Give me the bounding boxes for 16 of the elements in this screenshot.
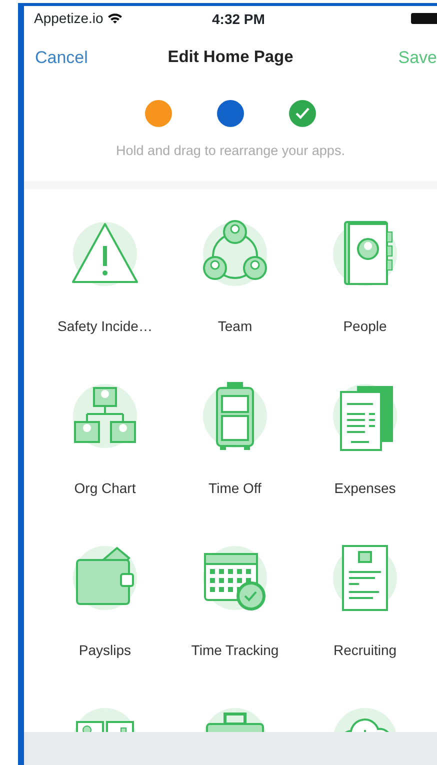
app-label[interactable]: Expenses bbox=[334, 478, 396, 499]
app-label[interactable]: People bbox=[343, 316, 387, 337]
app-label[interactable]: Recruiting bbox=[333, 640, 397, 661]
app-label[interactable]: Safety Incide… bbox=[58, 316, 152, 337]
carrier-name: Appetize.io bbox=[34, 8, 104, 28]
hint-text: Hold and drag to rearrange your apps. bbox=[116, 143, 345, 158]
cancel-button[interactable]: Cancel bbox=[24, 44, 94, 72]
app-label[interactable]: Org Chart bbox=[74, 478, 136, 499]
status-time: 4:32 PM bbox=[212, 10, 265, 29]
app-label[interactable]: Time Off bbox=[208, 478, 262, 499]
battery-icon bbox=[411, 13, 437, 24]
app-label[interactable]: Team bbox=[218, 316, 252, 337]
wifi-icon bbox=[107, 12, 124, 24]
app-label[interactable]: Time Tracking bbox=[191, 640, 279, 661]
app-label[interactable]: Payslips bbox=[78, 640, 132, 661]
page-title: Edit Home Page bbox=[168, 47, 294, 68]
